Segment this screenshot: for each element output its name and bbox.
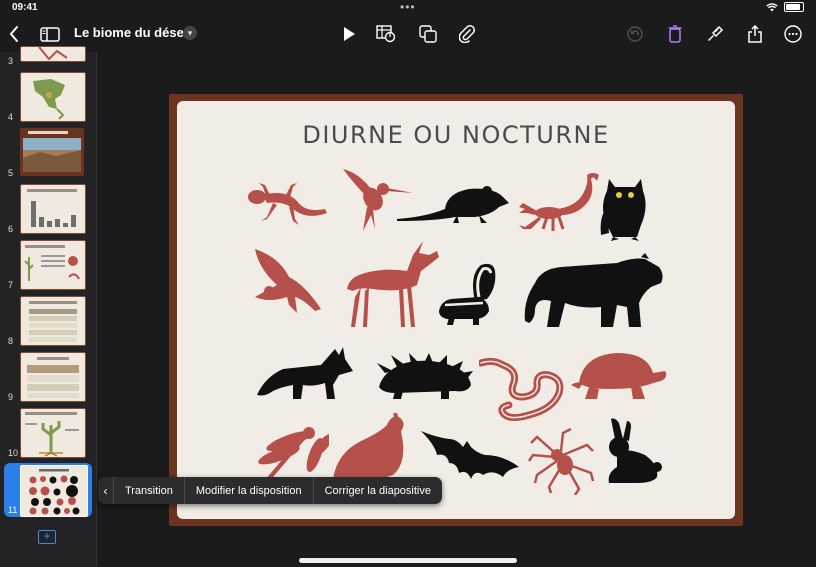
- home-indicator[interactable]: [299, 558, 517, 563]
- status-time: 09:41: [12, 2, 38, 13]
- attachment-icon: [459, 25, 475, 43]
- slide-number: 6: [8, 224, 14, 234]
- slide-thumbnail[interactable]: [20, 240, 86, 290]
- status-bar: 09:41 •••: [0, 0, 816, 16]
- sidebar-toggle-icon: [40, 26, 60, 42]
- undo-button[interactable]: [624, 16, 646, 52]
- context-menu-back-button[interactable]: ‹: [98, 477, 113, 504]
- slide-thumbnail[interactable]: [20, 72, 86, 122]
- share-button[interactable]: [744, 16, 766, 52]
- rabbit-silhouette[interactable]: [597, 417, 663, 485]
- slide-number: 5: [8, 168, 14, 178]
- slide-thumbnail[interactable]: [20, 46, 86, 62]
- undo-icon: [627, 26, 643, 42]
- slide-number: 11: [8, 505, 18, 515]
- slide-thumbnail[interactable]: [20, 352, 86, 402]
- context-menu-transition[interactable]: Transition: [112, 477, 184, 504]
- slide-navigator: 3 4 5 6 7 8 9 10 11 +: [0, 46, 97, 567]
- insert-shape-button[interactable]: [416, 16, 440, 52]
- quail-silhouette[interactable]: [331, 413, 409, 483]
- cougar-silhouette[interactable]: [521, 253, 667, 329]
- add-slide-button[interactable]: +: [38, 530, 56, 544]
- slide-thumbnail-selected[interactable]: [20, 465, 88, 517]
- toolbar: Le biome du désert ▾: [0, 16, 816, 52]
- play-icon: [344, 27, 355, 41]
- slide-number: 3: [8, 56, 14, 66]
- share-icon: [748, 25, 762, 43]
- play-button[interactable]: [338, 16, 360, 52]
- insert-media-button[interactable]: [456, 16, 478, 52]
- slide-thumbnail[interactable]: [20, 184, 86, 234]
- gecko-silhouette[interactable]: [245, 179, 329, 227]
- slide-thumbnail[interactable]: [20, 296, 86, 346]
- slide-thumbnail[interactable]: [20, 408, 86, 458]
- tortoise-silhouette[interactable]: [569, 349, 669, 401]
- delete-button[interactable]: [664, 16, 686, 52]
- document-title[interactable]: Le biome du désert: [74, 25, 193, 40]
- insert-table-chart-button[interactable]: [374, 16, 398, 52]
- more-options-button[interactable]: [782, 16, 804, 52]
- more-icon: [784, 25, 802, 43]
- deer-silhouette[interactable]: [337, 237, 441, 329]
- context-menu-fix-slide[interactable]: Corriger la diapositive: [312, 477, 442, 504]
- spider-silhouette[interactable]: [527, 425, 597, 495]
- chevron-left-icon: ‹: [103, 483, 108, 498]
- slide-number: 4: [8, 112, 14, 122]
- skunk-silhouette[interactable]: [435, 261, 497, 327]
- shapes-icon: [419, 25, 437, 43]
- back-chevron-icon: [9, 26, 18, 42]
- slide-number: 10: [8, 448, 19, 458]
- slide-number: 8: [8, 336, 14, 346]
- format-button[interactable]: [704, 16, 726, 52]
- table-chart-icon: [376, 25, 396, 43]
- slide-thumbnail[interactable]: [20, 128, 84, 176]
- multitasking-dots-icon[interactable]: •••: [400, 0, 416, 14]
- rat-silhouette[interactable]: [395, 183, 511, 225]
- porcupine-silhouette[interactable]: [375, 353, 475, 399]
- snake-silhouette[interactable]: [479, 357, 565, 427]
- title-chevron-down-icon[interactable]: ▾: [183, 26, 197, 40]
- trash-icon: [668, 25, 682, 43]
- slide[interactable]: DIURNE OU NOCTURNE: [177, 101, 735, 519]
- context-menu-edit-layout[interactable]: Modifier la disposition: [183, 477, 313, 504]
- slide-number: 9: [8, 392, 14, 402]
- fox-silhouette[interactable]: [255, 341, 353, 401]
- format-brush-icon: [708, 25, 724, 41]
- slide-title[interactable]: DIURNE OU NOCTURNE: [177, 121, 735, 149]
- scorpion-silhouette[interactable]: [517, 167, 605, 237]
- owl-silhouette[interactable]: [597, 177, 653, 241]
- hawk-silhouette[interactable]: [249, 247, 325, 317]
- wifi-icon: [766, 2, 778, 11]
- slide-context-menu: ‹ Transition Modifier la disposition Cor…: [98, 477, 442, 504]
- slide-number: 7: [8, 280, 14, 290]
- battery-icon: [784, 2, 804, 12]
